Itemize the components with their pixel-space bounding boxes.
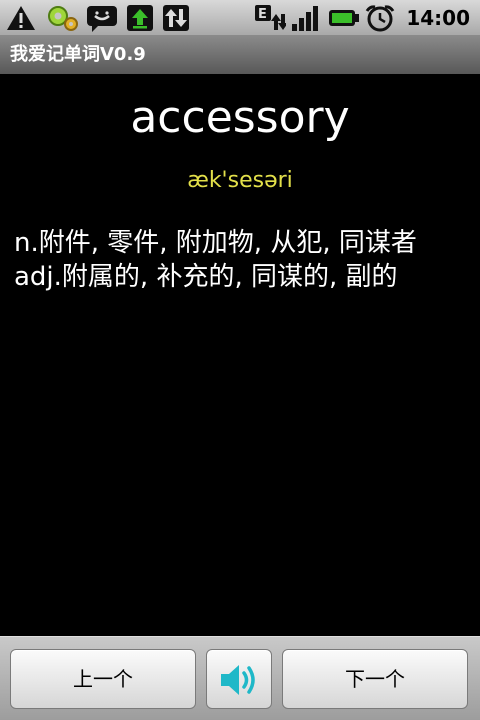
chat-icon [87,6,117,32]
next-button[interactable]: 下一个 [282,649,468,709]
battery-icon [329,10,359,26]
data-transfer-icon [163,5,189,31]
bottom-control-bar: 上一个 下一个 [0,636,480,720]
upload-icon [127,5,153,31]
definition-line-adjective: adj.附属的, 补充的, 同谋的, 副的 [14,262,398,292]
clock-time: 14:00 [406,6,470,30]
previous-button[interactable]: 上一个 [10,649,196,709]
title-bar: 我爱记单词V0.9 [0,36,480,74]
warning-icon [7,6,35,30]
definition-line-noun: n.附件, 零件, 附加物, 从犯, 同谋者 [14,228,417,258]
word-text: accessory [130,92,350,143]
pronounce-button[interactable] [206,649,272,709]
alarm-clock-icon [365,5,395,32]
edge-network-icon: E [255,5,286,30]
svg-text:E: E [258,7,267,22]
settings-gear-icon [48,6,78,31]
signal-icon [292,6,318,31]
phonetic-text: æk'sesəri [187,168,293,193]
app-title: 我爱记单词V0.9 [10,44,146,65]
status-bar: E 14:00 [0,0,480,36]
speaker-icon [221,665,255,695]
definition: n.附件, 零件, 附加物, 从犯, 同谋者 adj.附属的, 补充的, 同谋的… [14,226,474,294]
screen: E 14:00 我爱记单词V0.9 accessory æk'sesəri n.… [0,0,480,720]
